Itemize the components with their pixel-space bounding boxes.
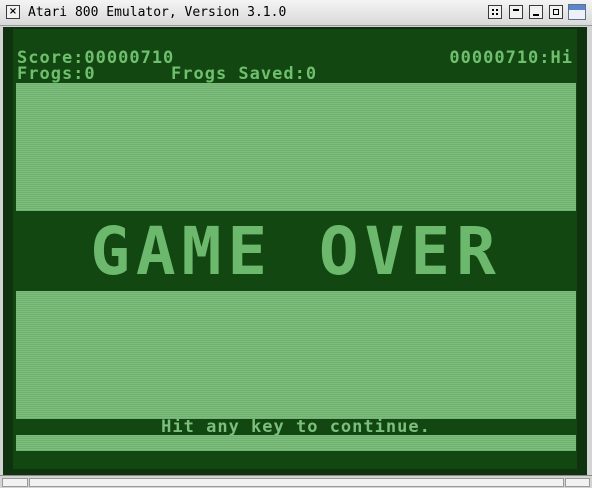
status-bar xyxy=(0,475,592,488)
status-segment-right xyxy=(565,478,590,487)
emulator-window: × Atari 800 Emulator, Version 3.1.0 Scor… xyxy=(0,0,592,488)
window-menu-icon[interactable] xyxy=(488,5,502,19)
status-segment-left xyxy=(2,478,28,487)
game-over-banner: GAME OVER xyxy=(90,213,502,290)
continue-prompt: Hit any key to continue. xyxy=(161,417,431,437)
maximize-icon[interactable] xyxy=(549,5,563,19)
playfield-band-bottom xyxy=(16,435,576,451)
frogs-saved: Frogs Saved:0 xyxy=(171,64,318,84)
app-icon[interactable] xyxy=(568,4,586,20)
status-segment-main xyxy=(29,478,564,487)
playfield-band-middle xyxy=(16,291,576,419)
minimize-icon[interactable] xyxy=(529,5,543,19)
playfield-band-top xyxy=(16,83,576,211)
window-title: Atari 800 Emulator, Version 3.1.0 xyxy=(28,5,287,20)
title-bar[interactable]: × Atari 800 Emulator, Version 3.1.0 xyxy=(0,0,592,26)
shade-icon[interactable] xyxy=(509,5,523,19)
frogs-remaining: Frogs:0 xyxy=(17,64,96,84)
emulator-screen[interactable]: Score:00000710 00000710:Hi Frogs:0 Frogs… xyxy=(3,27,587,475)
close-icon[interactable]: × xyxy=(6,5,20,19)
high-score-display: 00000710:Hi xyxy=(449,48,573,68)
